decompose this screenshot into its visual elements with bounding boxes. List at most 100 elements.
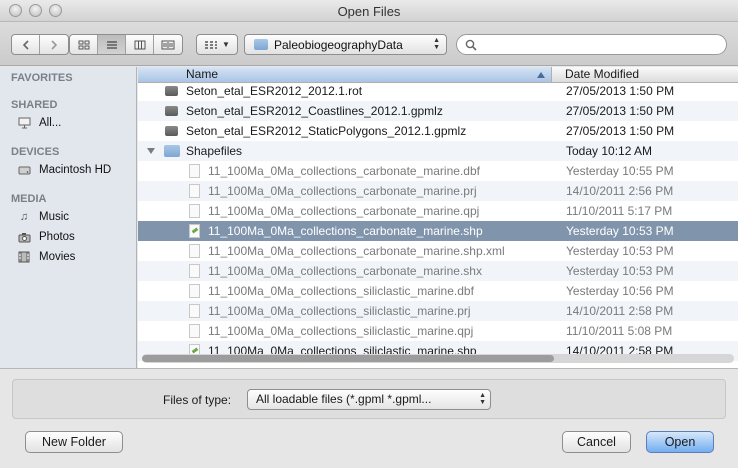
list-view-button[interactable] (98, 35, 126, 54)
sidebar-item-music[interactable]: ♫ Music (17, 211, 69, 223)
sidebar-item-photos[interactable]: Photos (17, 231, 75, 243)
file-name: 11_100Ma_0Ma_collections_carbonate_marin… (208, 224, 483, 238)
file-row[interactable]: 11_100Ma_0Ma_collections_siliclastic_mar… (138, 281, 738, 301)
column-header-name-label: Name (186, 67, 219, 81)
sidebar: FAVORITES SHARED All... DEVICES Macintos… (0, 67, 137, 368)
file-row[interactable]: 11_100Ma_0Ma_collections_carbonate_marin… (138, 201, 738, 221)
scrollbar-thumb[interactable] (142, 355, 554, 362)
arrange-button[interactable]: ▼ (196, 34, 238, 55)
location-label: PaleobiogeographyData (274, 37, 403, 52)
file-row[interactable]: 11_100Ma_0Ma_collections_siliclastic_mar… (138, 321, 738, 341)
file-type-select[interactable]: All loadable files (*.gpml *.gpml... ▲ ▼ (247, 389, 491, 410)
file-row[interactable]: 11_100Ma_0Ma_collections_carbonate_marin… (138, 181, 738, 201)
disclosure-triangle-icon[interactable] (147, 148, 155, 154)
file-row[interactable]: Seton_etal_ESR2012_StaticPolygons_2012.1… (138, 121, 738, 141)
file-icon (189, 304, 200, 318)
file-type-panel: Files of type: All loadable files (*.gpm… (12, 379, 726, 419)
file-date-modified: Yesterday 10:56 PM (566, 284, 674, 298)
location-popup[interactable]: PaleobiogeographyData ▲ ▼ (244, 34, 447, 55)
file-row[interactable]: 11_100Ma_0Ma_collections_carbonate_marin… (138, 241, 738, 261)
file-name: 11_100Ma_0Ma_collections_carbonate_marin… (208, 244, 505, 258)
file-date-modified: Yesterday 10:53 PM (566, 244, 674, 258)
file-date-modified: 27/05/2013 1:50 PM (566, 104, 675, 118)
back-button[interactable] (12, 35, 40, 54)
shapefile-icon (189, 224, 200, 238)
file-row[interactable]: 11_100Ma_0Ma_collections_carbonate_marin… (138, 221, 738, 241)
title-bar: Open Files (0, 0, 738, 22)
coverflow-view-button[interactable] (154, 35, 182, 54)
file-type-select-value: All loadable files (*.gpml *.gpml... (256, 392, 432, 406)
file-icon (189, 204, 200, 218)
arrange-grid-icon (205, 40, 218, 49)
file-icon (189, 184, 200, 198)
sidebar-item-macintosh-hd[interactable]: Macintosh HD (17, 164, 111, 176)
music-note-icon: ♫ (19, 211, 29, 223)
network-icon (17, 117, 31, 129)
file-icon (189, 284, 200, 298)
file-row[interactable]: Seton_etal_ESR2012_Coastlines_2012.1.gpm… (138, 101, 738, 121)
view-mode-control (69, 34, 183, 55)
file-row[interactable]: 11_100Ma_0Ma_collections_carbonate_marin… (138, 261, 738, 281)
toolbar: ▼ PaleobiogeographyData ▲ ▼ (0, 22, 738, 66)
file-icon (189, 244, 200, 258)
search-field[interactable] (456, 34, 727, 55)
file-name: 11_100Ma_0Ma_collections_siliclastic_mar… (208, 304, 471, 318)
file-name: 11_100Ma_0Ma_collections_carbonate_marin… (208, 264, 482, 278)
folder-icon (164, 145, 180, 157)
sidebar-item-label: Macintosh HD (39, 164, 112, 176)
file-date-modified: 14/10/2011 2:56 PM (566, 184, 674, 198)
search-input[interactable] (481, 37, 711, 52)
file-icon (165, 126, 178, 136)
column-view-button[interactable] (126, 35, 154, 54)
file-date-modified: 11/10/2011 5:08 PM (566, 324, 673, 338)
folder-icon (254, 39, 268, 50)
file-name: 11_100Ma_0Ma_collections_siliclastic_mar… (208, 324, 474, 338)
grid-icon (78, 40, 89, 49)
file-date-modified: 27/05/2013 1:50 PM (566, 84, 675, 98)
sidebar-item-label: Photos (39, 231, 75, 243)
file-name: 11_100Ma_0Ma_collections_carbonate_marin… (208, 164, 480, 178)
column-header-date[interactable]: Date Modified (565, 67, 639, 82)
file-name: 11_100Ma_0Ma_collections_siliclastic_mar… (208, 284, 474, 298)
sidebar-item-label: Music (39, 211, 70, 223)
file-date-modified: 14/10/2011 2:58 PM (566, 304, 674, 318)
file-name: 11_100Ma_0Ma_collections_carbonate_marin… (208, 184, 477, 198)
sidebar-item-movies[interactable]: Movies (17, 251, 75, 263)
sidebar-item-all[interactable]: All... (17, 117, 61, 129)
file-icon (165, 106, 178, 116)
search-icon (465, 39, 477, 51)
sort-ascending-icon (537, 72, 545, 78)
column-header-name[interactable]: Name (138, 67, 552, 82)
new-folder-button[interactable]: New Folder (25, 431, 123, 453)
sidebar-header-favorites: FAVORITES (11, 72, 73, 84)
file-date-modified: Yesterday 10:53 PM (566, 264, 674, 278)
window-title: Open Files (337, 4, 401, 19)
forward-button[interactable] (40, 35, 68, 54)
file-date-modified: Yesterday 10:53 PM (566, 224, 674, 238)
folder-row[interactable]: Shapefiles Today 10:12 AM (138, 141, 738, 161)
back-forward-control (11, 34, 69, 55)
cancel-button[interactable]: Cancel (562, 431, 631, 453)
file-date-modified: 11/10/2011 5:17 PM (566, 204, 673, 218)
file-row[interactable]: 11_100Ma_0Ma_collections_carbonate_marin… (138, 161, 738, 181)
file-name: Seton_etal_ESR2012_2012.1.rot (186, 84, 363, 98)
updown-arrows-icon: ▲ ▼ (433, 37, 440, 51)
camera-icon (17, 232, 31, 243)
hard-drive-icon (17, 164, 31, 176)
file-row[interactable]: Seton_etal_ESR2012_2012.1.rot 27/05/2013 … (138, 81, 738, 101)
open-button[interactable]: Open (646, 431, 714, 453)
file-row[interactable]: 11_100Ma_0Ma_collections_siliclastic_mar… (138, 301, 738, 321)
sidebar-item-label: Movies (39, 251, 76, 263)
sidebar-item-label: All... (39, 117, 62, 129)
chevron-down-icon: ▼ (222, 40, 230, 49)
files-of-type-label: Files of type: (163, 393, 232, 407)
file-icon (189, 264, 200, 278)
dialog-footer: Files of type: All loadable files (*.gpm… (0, 368, 738, 468)
columns-icon (134, 40, 145, 49)
file-icon (189, 164, 200, 178)
horizontal-scrollbar[interactable] (142, 354, 734, 363)
chevron-left-icon (22, 39, 29, 50)
sidebar-header-devices: DEVICES (11, 146, 60, 158)
file-list: Name Date Modified Seton_etal_ESR2012_20… (138, 67, 738, 368)
icon-view-button[interactable] (70, 35, 98, 54)
